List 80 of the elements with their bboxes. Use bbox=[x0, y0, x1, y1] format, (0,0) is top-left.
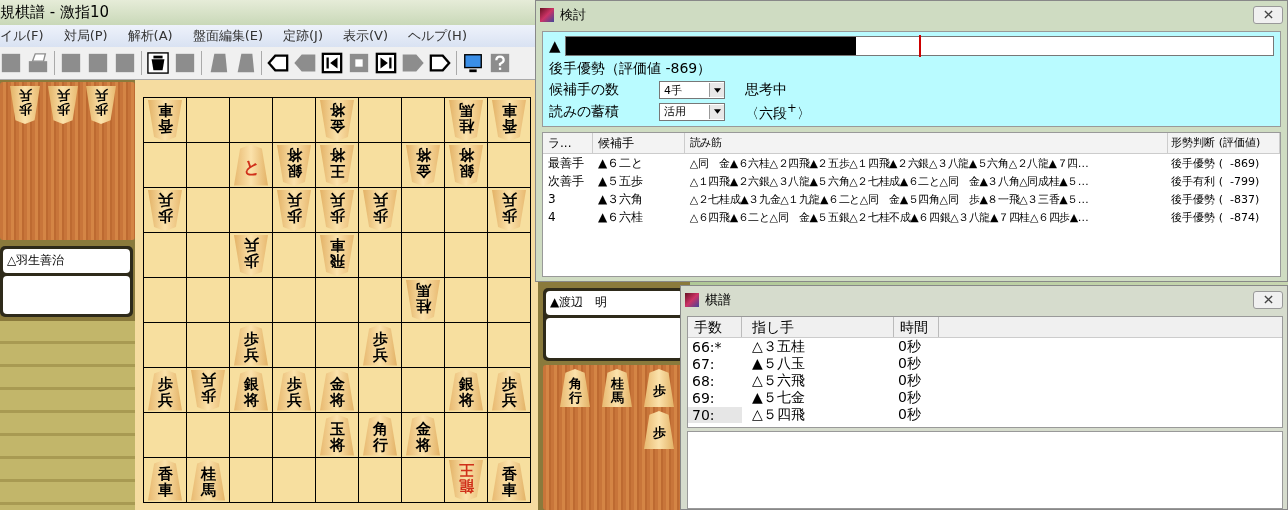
column-header[interactable]: 読み筋 bbox=[684, 133, 1169, 153]
window-title: 規棋譜 - 激指10 bbox=[0, 3, 110, 22]
option-label: 読みの蓄積 bbox=[549, 102, 620, 121]
menu-item[interactable]: 表示(V) bbox=[343, 27, 389, 45]
status-text: 思考中 bbox=[745, 81, 788, 99]
column-header[interactable]: 手数 bbox=[688, 317, 742, 337]
menu-item[interactable]: 盤面編集(E) bbox=[192, 27, 263, 45]
menu-item[interactable]: 対局(P) bbox=[63, 27, 108, 45]
column-header[interactable]: 指し手 bbox=[742, 317, 894, 337]
table-cell-text: △同 金▲６六桂△２四飛▲２五歩△１四飛▲２六銀△３八龍▲５六角△２八龍▲７四… bbox=[688, 155, 1090, 171]
move-number[interactable]: 69: bbox=[688, 389, 742, 406]
close-button[interactable] bbox=[1253, 5, 1283, 24]
reuse-dropdown[interactable]: 活用 bbox=[659, 102, 725, 121]
table-cell-text: △１四飛▲２六銀△３八龍▲５六角△２七桂成▲６二と△同 金▲３八角△同成桂▲５… bbox=[688, 173, 1090, 189]
skip-end-icon[interactable] bbox=[375, 52, 397, 74]
side-mark: ▲ bbox=[549, 37, 561, 55]
move-number[interactable]: 66:* bbox=[688, 338, 742, 355]
player-name: ▲渡辺 明 bbox=[546, 291, 683, 315]
column-header[interactable]: 候補手 bbox=[592, 133, 685, 153]
shogi-piece[interactable]: 歩兵 bbox=[86, 86, 116, 124]
candidates-dropdown[interactable]: 4手 bbox=[659, 81, 725, 99]
table-cell-text: 0秒 bbox=[897, 388, 922, 407]
move-number[interactable]: 68: bbox=[688, 372, 742, 389]
table-cell-text: ▲６二と bbox=[596, 154, 645, 172]
player-name: △羽生善治 bbox=[3, 249, 130, 273]
shogi-piece[interactable]: 桂馬 bbox=[602, 369, 632, 407]
dropdown-arrow-icon bbox=[713, 109, 721, 115]
back-arrow-icon[interactable] bbox=[267, 52, 289, 74]
move-number[interactable]: 70: bbox=[688, 406, 742, 423]
table-cell-text: ▲５五歩 bbox=[596, 172, 645, 190]
table-cell-text: △５六飛 bbox=[751, 371, 806, 390]
window-title: 検討 bbox=[560, 5, 586, 24]
table-cell-text: ▲５八玉 bbox=[751, 354, 806, 373]
window-title: 棋譜 bbox=[705, 290, 731, 309]
option-label: 候補手の数 bbox=[549, 81, 620, 99]
table-cell-text: ▲３六角 bbox=[596, 190, 645, 208]
center-marker bbox=[919, 35, 922, 57]
evaluation-text: 後手優勢（評価値 -869） bbox=[549, 60, 713, 78]
monitor-icon[interactable] bbox=[462, 52, 484, 74]
app-icon bbox=[685, 292, 699, 307]
table-cell-text: 0秒 bbox=[897, 405, 922, 424]
menu-item[interactable]: イル(F) bbox=[0, 27, 44, 45]
move-number[interactable]: 67: bbox=[688, 355, 742, 372]
table-cell-text: △５四飛 bbox=[751, 405, 806, 424]
table-cell-text: 4 bbox=[547, 210, 557, 224]
close-icon bbox=[1263, 10, 1273, 19]
close-icon bbox=[1263, 295, 1273, 304]
menu-item[interactable]: 定跡(J) bbox=[283, 27, 323, 45]
engine-level: 〈六段$^{+}$〉 bbox=[745, 101, 812, 123]
forward-arrow-icon[interactable] bbox=[429, 52, 451, 74]
shogi-piece[interactable]: 歩兵 bbox=[10, 86, 40, 124]
table-cell-text: ▲６六桂 bbox=[596, 208, 645, 226]
table-cell-text: 次善手 bbox=[547, 172, 585, 190]
app-icon bbox=[540, 7, 554, 22]
table-cell-text: 3 bbox=[547, 192, 557, 206]
table-cell-text: 後手有利 ( -799) bbox=[1170, 173, 1261, 189]
table-cell-text: 後手優勢 ( -837) bbox=[1170, 191, 1261, 207]
column-header[interactable]: ラ... bbox=[543, 133, 593, 153]
table-cell-text: ▲５七金 bbox=[751, 388, 806, 407]
table-cell-text: 後手優勢 ( -869) bbox=[1170, 155, 1261, 171]
dropdown-arrow-icon bbox=[713, 87, 721, 93]
table-cell-text: △３五桂 bbox=[751, 337, 806, 356]
table-cell-text: 0秒 bbox=[897, 337, 922, 356]
table-cell-text: △６四飛▲６二と△同 金▲５五銀△２七桂不成▲６四銀△３八龍▲７四桂△６四歩▲… bbox=[688, 209, 1090, 225]
menu-item[interactable]: 解析(A) bbox=[127, 27, 173, 45]
table-cell-text: 0秒 bbox=[897, 354, 922, 373]
teacup-icon[interactable] bbox=[147, 52, 169, 74]
table-cell-text: 最善手 bbox=[547, 154, 585, 172]
close-button[interactable] bbox=[1253, 290, 1283, 309]
column-header[interactable]: 時間 bbox=[894, 317, 939, 337]
menu-item[interactable]: ヘルプ(H) bbox=[408, 27, 467, 45]
shogi-piece[interactable]: 角行 bbox=[560, 369, 590, 407]
shogi-piece[interactable]: 歩 bbox=[644, 411, 674, 449]
table-cell-text: 後手優勢 ( -874) bbox=[1170, 209, 1261, 225]
table-cell-text: △２七桂成▲３九金△１九龍▲６二と△同 金▲５四角△同 歩▲８一飛△３三香▲５… bbox=[688, 191, 1090, 207]
shogi-piece[interactable]: 歩兵 bbox=[48, 86, 78, 124]
skip-start-icon[interactable] bbox=[321, 52, 343, 74]
table-cell-text: 0秒 bbox=[897, 371, 922, 390]
shogi-piece[interactable]: 歩 bbox=[644, 369, 674, 407]
column-header[interactable]: 形勢判断 (評価値) bbox=[1168, 133, 1280, 153]
